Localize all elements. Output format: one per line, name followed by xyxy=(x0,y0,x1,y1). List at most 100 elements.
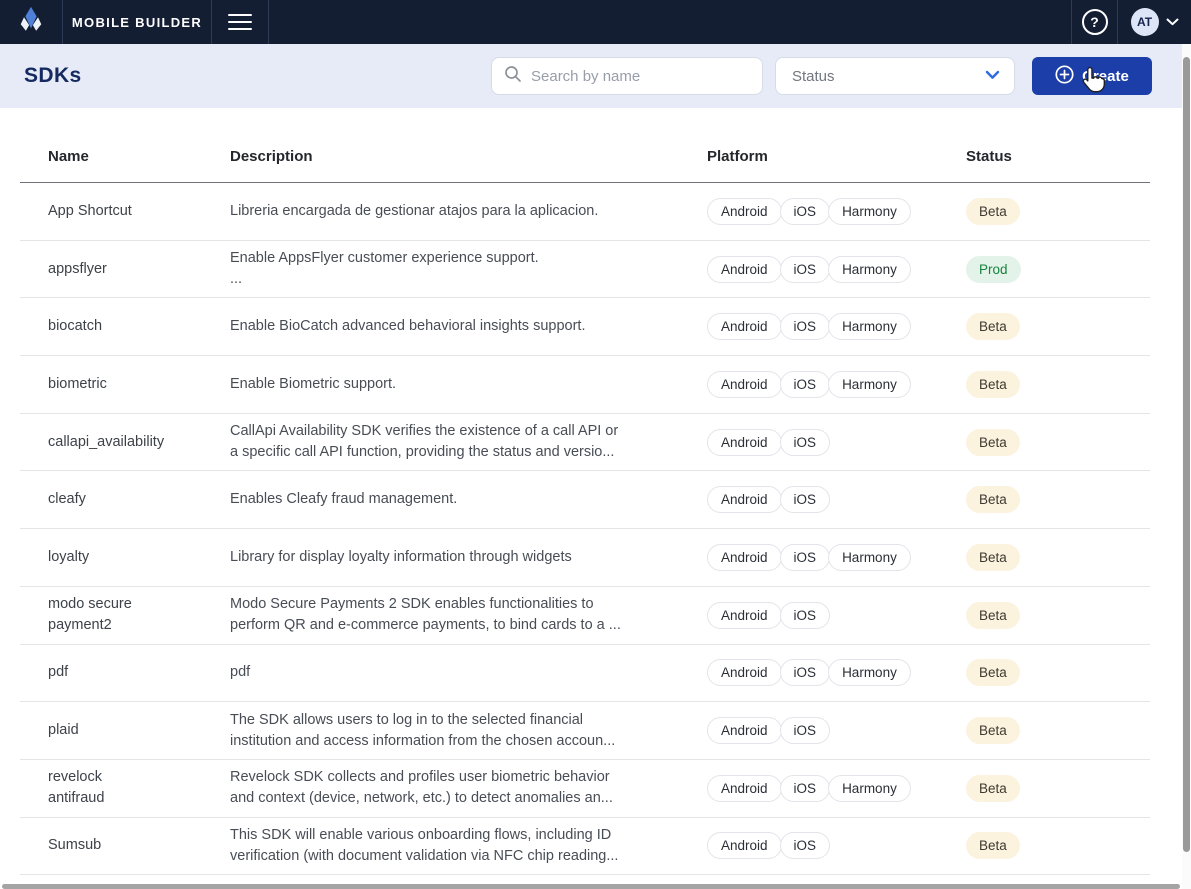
search-icon xyxy=(504,65,522,88)
sdk-table: Name Description Platform Status App Sho… xyxy=(20,108,1150,875)
table-row[interactable]: plaid The SDK allows users to log in to … xyxy=(20,702,1150,760)
platform-chip-harmony: Harmony xyxy=(828,313,911,340)
sdk-description: Enable AppsFlyer customer experience sup… xyxy=(230,248,707,290)
platform-chips: AndroidiOS xyxy=(707,429,966,456)
platform-chip-android: Android xyxy=(707,486,782,513)
table-row[interactable]: appsflyer Enable AppsFlyer customer expe… xyxy=(20,241,1150,299)
platform-chips: AndroidiOSHarmony xyxy=(707,198,966,225)
help-icon: ? xyxy=(1082,9,1108,35)
sdk-name: pdf xyxy=(20,662,230,683)
platform-chip-ios: iOS xyxy=(780,198,831,225)
sdk-name: Sumsub xyxy=(20,835,230,856)
table-row[interactable]: biometric Enable Biometric support. Andr… xyxy=(20,356,1150,414)
sdk-name: cleafy xyxy=(20,489,230,510)
toggle-knob xyxy=(1046,791,1066,811)
platform-chip-harmony: Harmony xyxy=(828,371,911,398)
hamburger-icon xyxy=(228,14,252,30)
sdk-name: loyalty xyxy=(20,547,230,568)
sdk-description: Revelock SDK collects and profiles user … xyxy=(230,767,707,809)
sdk-name: App Shortcut xyxy=(20,201,230,222)
table-row[interactable]: loyalty Library for display loyalty info… xyxy=(20,529,1150,587)
horizontal-scrollbar-thumb[interactable] xyxy=(2,884,1180,889)
table-row[interactable]: revelock antifraud Revelock SDK collects… xyxy=(20,760,1150,818)
toggle-knob xyxy=(1046,272,1066,292)
platform-chip-android: Android xyxy=(707,602,782,629)
toggle-knob xyxy=(1046,849,1066,869)
sdk-name: biocatch xyxy=(20,316,230,337)
status-filter-select[interactable]: Status xyxy=(775,57,1015,95)
sdk-description: Enable Biometric support. xyxy=(230,374,707,395)
toggle-knob xyxy=(1046,330,1066,350)
horizontal-scrollbar[interactable] xyxy=(0,883,1191,889)
platform-chip-android: Android xyxy=(707,544,782,571)
plus-circle-icon xyxy=(1055,65,1074,88)
search-box xyxy=(491,57,763,95)
toggle-knob xyxy=(1046,560,1066,580)
platform-chip-android: Android xyxy=(707,717,782,744)
table-row[interactable]: modo secure payment2 Modo Secure Payment… xyxy=(20,587,1150,645)
status-filter-label: Status xyxy=(792,68,835,85)
platform-chip-ios: iOS xyxy=(780,313,831,340)
platform-chip-ios: iOS xyxy=(780,717,831,744)
sdk-name: revelock antifraud xyxy=(20,767,230,809)
platform-chip-harmony: Harmony xyxy=(828,198,911,225)
vertical-scrollbar-thumb[interactable] xyxy=(1183,57,1190,852)
status-badge: Beta xyxy=(966,602,1020,629)
column-header-description: Description xyxy=(230,148,707,165)
table-row[interactable]: biocatch Enable BioCatch advanced behavi… xyxy=(20,298,1150,356)
create-button[interactable]: Create xyxy=(1032,57,1152,95)
status-badge: Beta xyxy=(966,429,1020,456)
platform-chip-ios: iOS xyxy=(780,544,831,571)
platform-chip-ios: iOS xyxy=(780,602,831,629)
status-badge: Beta xyxy=(966,371,1020,398)
sdk-name: plaid xyxy=(20,720,230,741)
status-badge: Beta xyxy=(966,486,1020,513)
column-header-status: Status xyxy=(966,148,1066,165)
menu-button[interactable] xyxy=(212,0,268,44)
brand-logo[interactable] xyxy=(0,0,62,44)
gem-logo-icon xyxy=(17,5,45,40)
column-header-name: Name xyxy=(20,148,230,165)
sdk-description: pdf xyxy=(230,662,707,683)
avatar: AT xyxy=(1131,8,1159,36)
status-badge: Beta xyxy=(966,659,1020,686)
platform-chip-harmony: Harmony xyxy=(828,659,911,686)
platform-chips: AndroidiOS xyxy=(707,602,966,629)
platform-chips: AndroidiOS xyxy=(707,486,966,513)
toggle-knob xyxy=(1046,618,1066,638)
platform-chip-ios: iOS xyxy=(780,371,831,398)
platform-chip-harmony: Harmony xyxy=(828,256,911,283)
platform-chips: AndroidiOSHarmony xyxy=(707,659,966,686)
status-badge: Beta xyxy=(966,313,1020,340)
platform-chip-android: Android xyxy=(707,429,782,456)
platform-chip-android: Android xyxy=(707,198,782,225)
sdk-description: This SDK will enable various onboarding … xyxy=(230,825,707,867)
top-navbar: MOBILE BUILDER ? AT xyxy=(0,0,1191,44)
table-row[interactable]: callapi_availability CallApi Availabilit… xyxy=(20,414,1150,472)
vertical-scrollbar[interactable] xyxy=(1182,44,1191,889)
sdk-name: modo secure payment2 xyxy=(20,594,230,636)
sdk-table-body: App Shortcut Libreria encargada de gesti… xyxy=(20,183,1150,875)
search-input[interactable] xyxy=(531,68,750,85)
table-row[interactable]: pdf pdf AndroidiOSHarmony Beta xyxy=(20,645,1150,703)
status-badge: Beta xyxy=(966,775,1020,802)
brand-title: MOBILE BUILDER xyxy=(63,0,211,44)
toggle-knob xyxy=(1046,676,1066,696)
table-row[interactable]: Sumsub This SDK will enable various onbo… xyxy=(20,818,1150,876)
toggle-knob xyxy=(1046,445,1066,465)
user-menu[interactable]: AT xyxy=(1118,0,1191,44)
platform-chip-android: Android xyxy=(707,659,782,686)
sdk-table-header: Name Description Platform Status xyxy=(20,108,1150,183)
table-row[interactable]: App Shortcut Libreria encargada de gesti… xyxy=(20,183,1150,241)
create-button-label: Create xyxy=(1082,68,1129,85)
sdk-description: Libreria encargada de gestionar atajos p… xyxy=(230,201,707,222)
toggle-knob xyxy=(1046,503,1066,523)
platform-chips: AndroidiOSHarmony xyxy=(707,544,966,571)
chevron-down-icon xyxy=(1166,13,1179,31)
help-button[interactable]: ? xyxy=(1072,0,1117,44)
page-header: SDKs Status Create xyxy=(0,44,1191,108)
sdk-description: Enables Cleafy fraud management. xyxy=(230,489,707,510)
table-row[interactable]: cleafy Enables Cleafy fraud management. … xyxy=(20,471,1150,529)
platform-chip-android: Android xyxy=(707,256,782,283)
platform-chips: AndroidiOSHarmony xyxy=(707,313,966,340)
